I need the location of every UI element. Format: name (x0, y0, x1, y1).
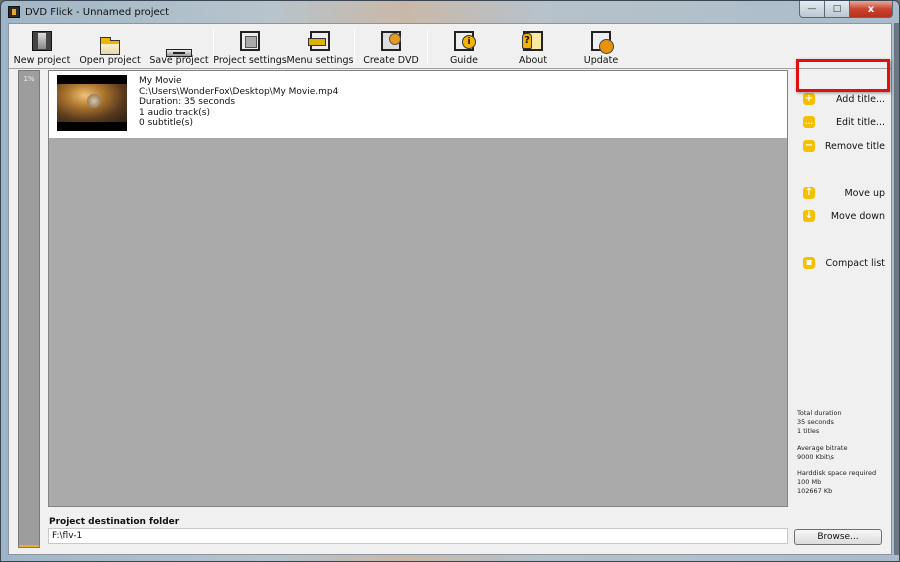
highlight-box (796, 59, 890, 92)
toolbar: New project Open project Save project Pr… (9, 24, 891, 68)
destination-folder-input[interactable] (48, 528, 788, 544)
arrow-up-icon: ↑ (803, 187, 815, 199)
window-frame-edge (894, 23, 899, 555)
project-settings-icon (240, 31, 260, 51)
disk-space-kb: 102667 Kb (797, 487, 833, 496)
progress-bar: 1% (18, 70, 40, 548)
project-settings-label: Project settings (213, 55, 287, 66)
open-project-button[interactable]: Open project (75, 24, 145, 68)
total-duration-value: 35 seconds (797, 418, 834, 427)
title-bar[interactable]: DVD Flick - Unnamed project — □ x (1, 1, 899, 23)
avg-bitrate-value: 9000 Kbit\s (797, 452, 834, 461)
avg-bitrate-label: Average bitrate (797, 443, 848, 452)
title-info: My Movie C:\Users\WonderFox\Desktop\My M… (139, 76, 338, 138)
title-path: C:\Users\WonderFox\Desktop\My Movie.mp4 (139, 86, 339, 97)
move-up-label: Move up (844, 187, 885, 199)
guide-label: Guide (450, 55, 478, 66)
arrow-down-icon: ↓ (803, 210, 815, 222)
save-project-button[interactable]: Save project (145, 24, 213, 68)
move-down-label: Move down (830, 210, 885, 222)
edit-title-label: Edit title... (835, 116, 885, 128)
compact-list-button[interactable]: ▪ Compact list (793, 253, 891, 273)
guide-button[interactable]: Guide (428, 24, 500, 68)
disk-space-mb: 100 Mb (797, 478, 822, 487)
about-icon (522, 31, 543, 51)
compact-list-label: Compact list (825, 257, 885, 269)
remove-icon: − (803, 140, 815, 152)
menu-settings-button[interactable]: Menu settings (286, 24, 354, 68)
folder-icon (100, 37, 120, 55)
title-audio-tracks: 1 audio track(s) (139, 107, 211, 118)
add-title-button[interactable]: + Add title... (793, 89, 891, 109)
project-settings-button[interactable]: Project settings (213, 24, 287, 68)
title-subtitles: 0 subtitle(s) (139, 118, 193, 128)
total-duration-label: Total duration (797, 409, 842, 417)
guide-icon (454, 31, 476, 51)
edit-title-button[interactable]: ... Edit title... (793, 112, 891, 132)
window-title: DVD Flick - Unnamed project (25, 6, 170, 18)
video-thumbnail (57, 75, 127, 131)
toolbar-divider (9, 68, 891, 69)
remove-title-label: Remove title (824, 140, 885, 152)
compact-list-icon: ▪ (803, 257, 815, 269)
create-dvd-label: Create DVD (363, 55, 419, 66)
open-project-label: Open project (79, 55, 141, 66)
remove-title-button[interactable]: − Remove title (793, 136, 891, 156)
client-area: New project Open project Save project Pr… (8, 23, 892, 555)
progress-fill (19, 545, 39, 547)
drive-icon (166, 49, 192, 57)
create-dvd-icon (381, 31, 401, 51)
about-label: About (518, 55, 548, 66)
thumbnail-image (57, 84, 127, 122)
film-icon (32, 31, 52, 51)
title-duration: Duration: 35 seconds (139, 97, 236, 107)
move-up-button[interactable]: ↑ Move up (793, 183, 891, 203)
disk-space-label: Harddisk space required (797, 469, 877, 478)
app-window: DVD Flick - Unnamed project — □ x New pr… (0, 0, 900, 562)
menu-settings-icon (308, 31, 330, 51)
add-title-label: Add title... (835, 93, 885, 105)
menu-settings-label: Menu settings (286, 55, 354, 66)
about-button[interactable]: About (500, 24, 566, 68)
titles-count: 1 titles (797, 427, 820, 436)
app-icon (8, 6, 20, 18)
title-list[interactable]: My Movie C:\Users\WonderFox\Desktop\My M… (48, 70, 788, 507)
move-down-button[interactable]: ↓ Move down (793, 206, 891, 226)
close-button[interactable]: x (850, 1, 893, 18)
create-dvd-button[interactable]: Create DVD (355, 24, 427, 68)
add-icon: + (803, 93, 815, 105)
new-project-button[interactable]: New project (9, 24, 75, 68)
progress-label: 1% (23, 75, 35, 83)
update-icon (591, 31, 614, 54)
maximize-button[interactable]: □ (825, 1, 850, 18)
window-controls: — □ x (799, 1, 893, 18)
destination-folder-label: Project destination folder (49, 517, 180, 527)
title-name: My Movie (139, 76, 182, 86)
new-project-label: New project (13, 55, 71, 66)
browse-button[interactable]: Browse... (794, 529, 882, 545)
update-label: Update (583, 55, 619, 66)
edit-icon: ... (803, 116, 815, 128)
title-list-item[interactable]: My Movie C:\Users\WonderFox\Desktop\My M… (49, 71, 787, 138)
minimize-button[interactable]: — (799, 1, 825, 18)
update-button[interactable]: Update (566, 24, 636, 68)
project-stats: Total duration 35 seconds 1 titles Avera… (797, 409, 889, 504)
